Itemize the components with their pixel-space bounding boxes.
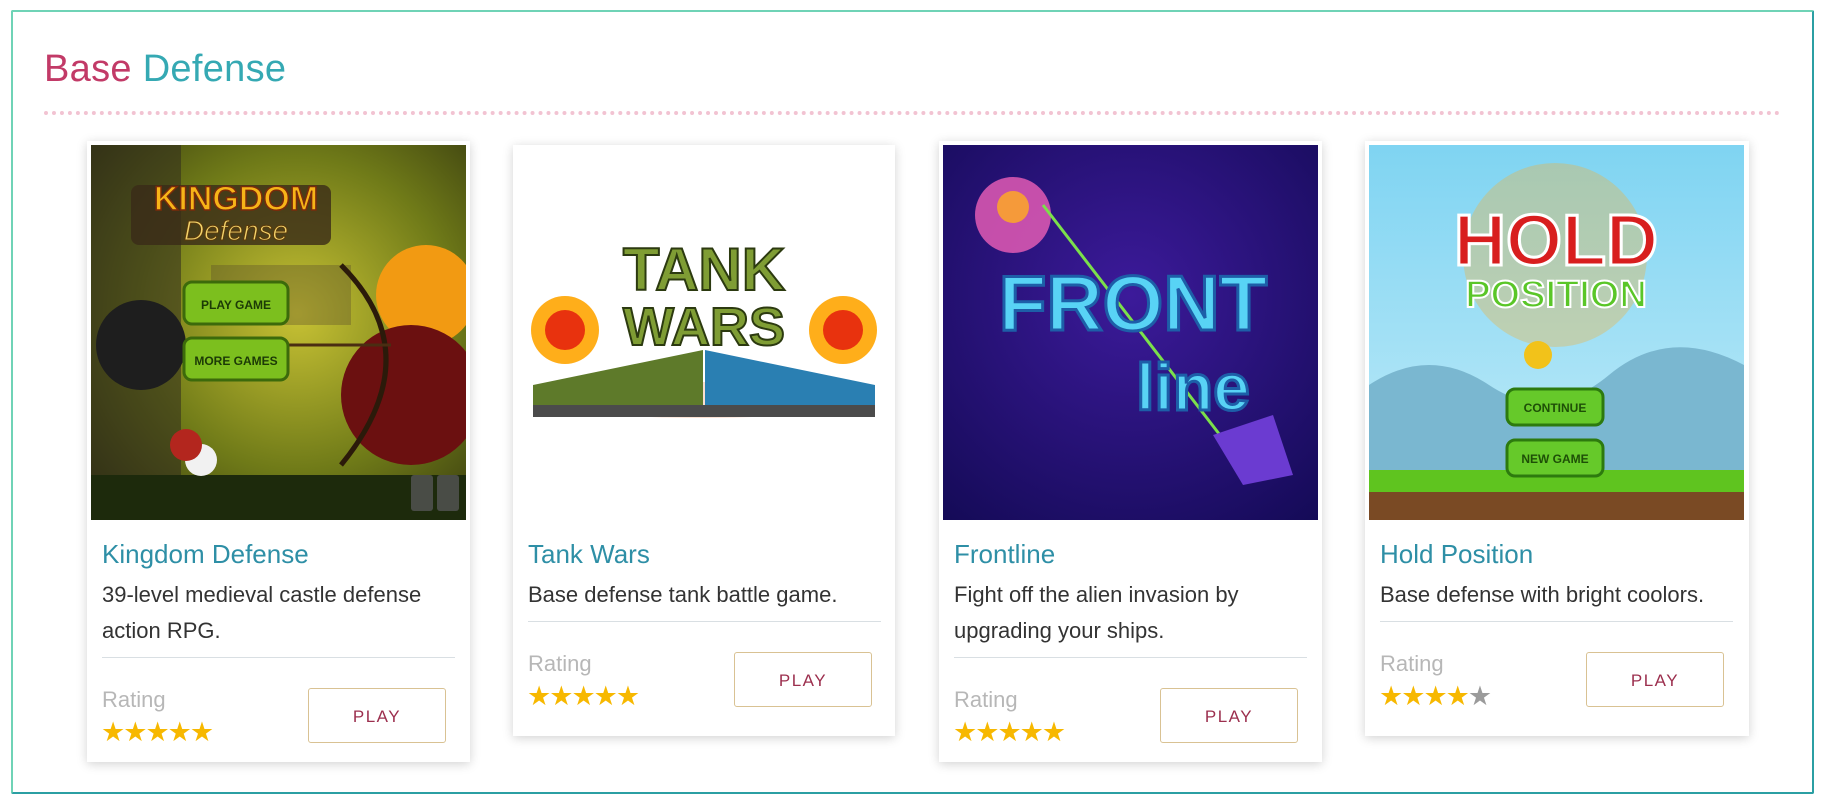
game-card-hold-position: HOLD POSITION CONTINUE NEW GAME Hold Pos… <box>1365 141 1749 736</box>
star-filled-icon: ★ <box>615 681 640 711</box>
game-title[interactable]: Hold Position <box>1380 539 1533 570</box>
rating-label: Rating <box>1380 651 1444 676</box>
card-separator <box>954 657 1307 658</box>
play-button[interactable]: PLAY <box>734 652 872 707</box>
star-filled-icon: ★ <box>953 717 977 747</box>
star-filled-icon: ★ <box>101 717 125 747</box>
thumb-text-line2: line <box>1136 350 1250 424</box>
section-title: Base Defense <box>44 48 286 91</box>
rating-stars: ★★★★★ <box>527 681 640 711</box>
thumb-text-line1: TANK <box>623 236 785 303</box>
thumb-btn-play-game: PLAY GAME <box>201 298 271 312</box>
star-filled-icon: ★ <box>145 717 169 747</box>
thumb-text-line2: WARS <box>623 297 785 357</box>
star-filled-icon: ★ <box>593 681 618 711</box>
play-button[interactable]: PLAY <box>1586 652 1724 707</box>
thumb-text-line2: Defense <box>184 215 288 246</box>
play-button[interactable]: PLAY <box>308 688 446 743</box>
card-separator <box>528 621 881 622</box>
star-filled-icon: ★ <box>1445 681 1470 711</box>
star-filled-icon: ★ <box>997 717 1021 747</box>
thumb-text-line2: POSITION <box>1465 274 1647 316</box>
star-filled-icon: ★ <box>571 681 595 711</box>
section-title-word1: Base <box>44 48 132 90</box>
thumb-btn-new-game: NEW GAME <box>1521 452 1588 466</box>
star-filled-icon: ★ <box>1401 681 1425 711</box>
game-description: 39-level medieval castle defense action … <box>102 582 422 643</box>
thumb-btn-continue: CONTINUE <box>1524 401 1587 415</box>
star-filled-icon: ★ <box>1423 681 1447 711</box>
star-filled-icon: ★ <box>167 717 192 747</box>
section-title-word2: Defense <box>142 48 287 90</box>
thumb-text-line1: HOLD <box>1454 201 1658 281</box>
game-card-frontline: FRONT line Frontline Fight off the alien… <box>939 141 1322 762</box>
star-empty-icon: ★ <box>1467 681 1492 711</box>
game-title[interactable]: Frontline <box>954 539 1055 570</box>
star-filled-icon: ★ <box>549 681 573 711</box>
game-description: Base defense with bright coolors. <box>1380 582 1705 607</box>
star-filled-icon: ★ <box>975 717 999 747</box>
card-separator <box>1380 621 1733 622</box>
star-filled-icon: ★ <box>1019 717 1044 747</box>
star-filled-icon: ★ <box>1379 681 1403 711</box>
game-thumbnail-frontline[interactable]: FRONT line <box>943 145 1318 520</box>
rating-stars: ★★★★★ <box>1379 681 1492 711</box>
rating-stars: ★★★★★ <box>101 717 214 747</box>
play-button[interactable]: PLAY <box>1160 688 1298 743</box>
star-filled-icon: ★ <box>1041 717 1066 747</box>
rating-label: Rating <box>954 687 1018 712</box>
game-description: Base defense tank battle game. <box>528 582 838 607</box>
star-filled-icon: ★ <box>527 681 551 711</box>
game-card-kingdom-defense: KINGDOM Defense PLAY GAME MORE GAMES Kin… <box>87 141 470 762</box>
game-title[interactable]: Tank Wars <box>528 539 650 570</box>
rating-label: Rating <box>102 687 166 712</box>
game-thumbnail-kingdom-defense[interactable]: KINGDOM Defense PLAY GAME MORE GAMES <box>91 145 466 520</box>
card-separator <box>102 657 455 658</box>
section-divider <box>44 111 1781 115</box>
thumb-btn-more-games: MORE GAMES <box>194 354 277 368</box>
thumb-text-line1: FRONT <box>999 259 1268 347</box>
game-description: Fight off the alien invasion by upgradin… <box>954 582 1239 643</box>
game-thumbnail-tank-wars[interactable]: TANK WARS <box>513 145 895 520</box>
rating-stars: ★★★★★ <box>953 717 1066 747</box>
thumb-text-line1: KINGDOM <box>154 180 318 218</box>
game-title[interactable]: Kingdom Defense <box>102 539 309 570</box>
rating-label: Rating <box>528 651 592 676</box>
game-card-tank-wars: TANK WARS Tank Wars Base defense tank ba… <box>513 145 895 736</box>
star-filled-icon: ★ <box>189 717 214 747</box>
star-filled-icon: ★ <box>123 717 147 747</box>
game-thumbnail-hold-position[interactable]: HOLD POSITION CONTINUE NEW GAME <box>1369 145 1744 520</box>
